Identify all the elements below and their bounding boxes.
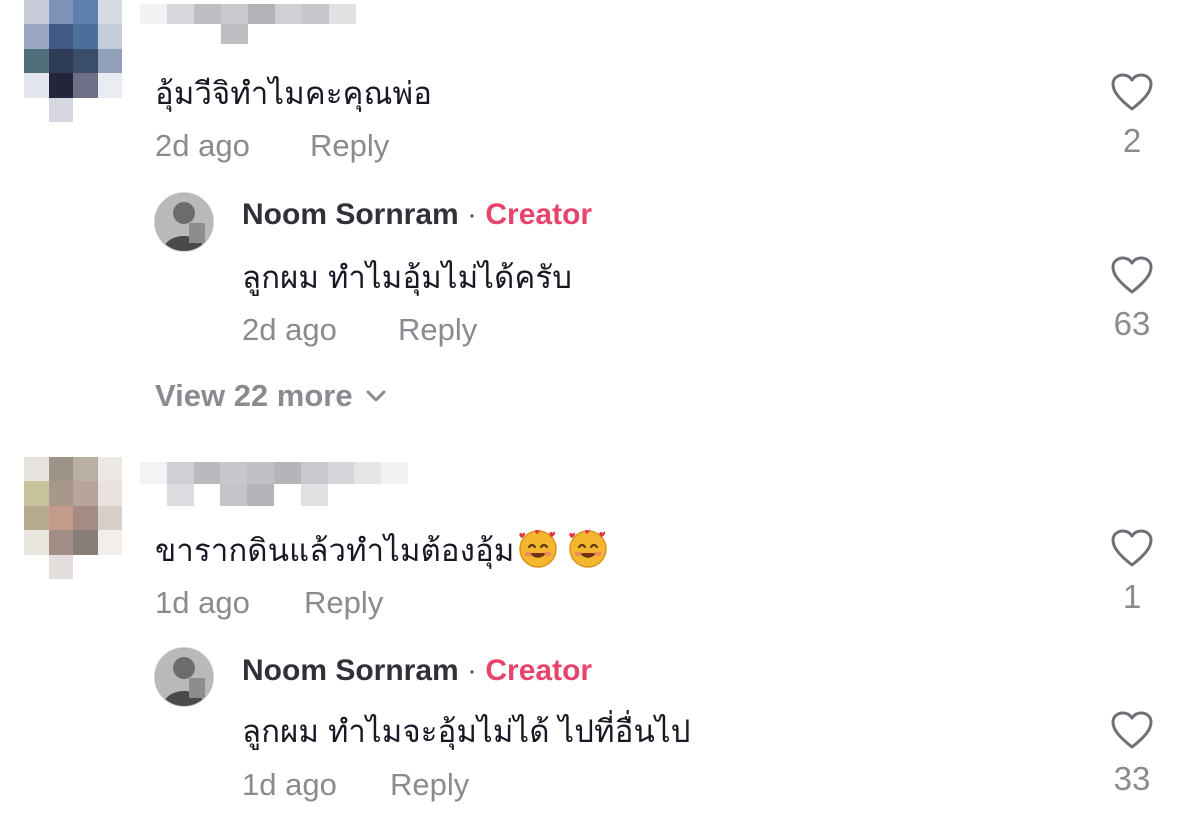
commenter-username-blurred[interactable] <box>140 462 408 506</box>
like-button[interactable]: 1 <box>1102 528 1162 616</box>
commenter-avatar-blurred[interactable] <box>24 457 122 579</box>
like-count: 2 <box>1122 122 1142 159</box>
chevron-down-icon <box>366 390 386 402</box>
creator-badge: Creator <box>485 654 593 687</box>
creator-name-line: Noom Sornram · Creator <box>242 198 592 232</box>
reply-button[interactable]: Reply <box>310 128 389 164</box>
heart-outline-icon <box>1111 73 1153 111</box>
reply-text: ลูกผม ทำไมจะอุ้มไม่ได้ ไปที่อื่นไป <box>242 714 691 749</box>
commenter-username-blurred[interactable] <box>140 4 356 44</box>
reply-button[interactable]: Reply <box>390 767 469 803</box>
comment-timestamp: 1d ago <box>155 585 250 620</box>
commenter-avatar-blurred[interactable] <box>24 0 122 122</box>
creator-avatar[interactable] <box>154 192 214 252</box>
reply-text: ลูกผม ทำไมอุ้มไม่ได้ครับ <box>242 260 573 295</box>
reply-button[interactable]: Reply <box>398 312 477 348</box>
reply-timestamp: 2d ago <box>242 312 337 347</box>
view-more-label: View 22 more <box>155 378 353 413</box>
creator-badge: Creator <box>485 198 593 231</box>
comment-timestamp: 2d ago <box>155 128 250 163</box>
smiling-face-with-hearts-emoji <box>518 529 557 568</box>
like-button[interactable]: 33 <box>1102 710 1162 798</box>
like-button[interactable]: 63 <box>1102 255 1162 343</box>
heart-outline-icon <box>1111 711 1153 749</box>
smiling-face-with-hearts-emoji <box>568 529 607 568</box>
heart-outline-icon <box>1111 256 1153 294</box>
name-separator: · <box>467 198 478 231</box>
comment-text-body: ขารากดินแล้วทำไมต้องอุ้ม <box>155 533 515 568</box>
comment-text: ขารากดินแล้วทำไมต้องอุ้ม <box>155 525 609 575</box>
creator-name-line: Noom Sornram · Creator <box>242 654 592 688</box>
comment-text: อุ้มวีจิทำไมคะคุณพ่อ <box>155 76 433 111</box>
like-count: 63 <box>1113 305 1151 342</box>
reply-timestamp: 1d ago <box>242 767 337 802</box>
creator-username[interactable]: Noom Sornram <box>242 654 459 687</box>
name-separator: · <box>467 654 478 687</box>
reply-button[interactable]: Reply <box>304 585 383 621</box>
like-button[interactable]: 2 <box>1102 72 1162 160</box>
creator-avatar[interactable] <box>154 647 214 707</box>
heart-outline-icon <box>1111 529 1153 567</box>
like-count: 33 <box>1113 760 1151 797</box>
creator-username[interactable]: Noom Sornram <box>242 198 459 231</box>
like-count: 1 <box>1122 578 1142 615</box>
view-more-replies-button[interactable]: View 22 more <box>155 378 387 414</box>
